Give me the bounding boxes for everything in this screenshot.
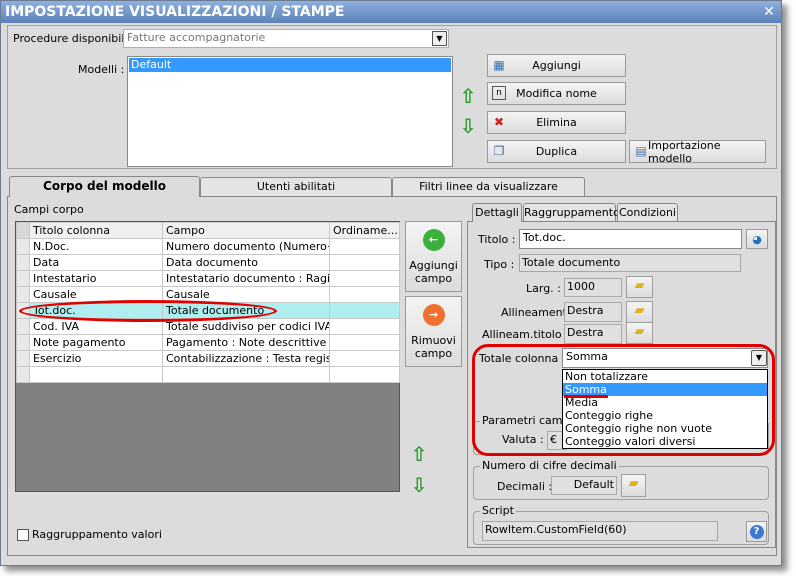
tab-corpo-del-modello[interactable]: Corpo del modello [9, 176, 200, 197]
procedure-label: Procedure disponibili : [13, 32, 135, 45]
allineamento-field[interactable]: Destra [564, 302, 622, 322]
table-row[interactable]: Note pagamento Pagamento : Note descritti… [16, 334, 400, 351]
ordinamento-cell[interactable] [329, 238, 400, 255]
campi-corpo-label: Campi corpo [14, 203, 84, 216]
campo-cell[interactable]: Intestatario documento : Ragi... [162, 270, 330, 287]
script-field[interactable]: RowItem.CustomField(60) [482, 521, 718, 541]
procedure-select[interactable]: Fatture accompagnatorie [123, 29, 449, 48]
row-indicator[interactable] [16, 238, 30, 255]
elimina-button[interactable]: ✖ Elimina [487, 111, 626, 134]
titolo-cell[interactable]: N.Doc. [29, 238, 163, 255]
raggruppamento-checkbox[interactable] [17, 529, 29, 541]
ordinamento-cell[interactable] [329, 350, 400, 367]
column-header[interactable]: Ordiname... [329, 222, 400, 239]
arrow-right-icon: → [422, 303, 445, 326]
dialog-window: IMPOSTAZIONE VISUALIZZAZIONI / STAMPE ✕ … [0, 0, 782, 566]
larg-field[interactable]: 1000 [564, 278, 622, 297]
modelli-list[interactable]: Default [127, 56, 453, 167]
row-indicator[interactable] [16, 270, 30, 287]
table-row[interactable]: Data Data documento [16, 254, 400, 271]
folder-icon[interactable]: ▰ [621, 474, 646, 497]
ordinamento-cell[interactable] [329, 286, 400, 303]
titolo-cell[interactable]: Esercizio [29, 350, 163, 367]
aggiungi-button[interactable]: ▦ Aggiungi [487, 54, 626, 77]
titolo-cell[interactable]: Intestatario [29, 270, 163, 287]
table-row[interactable]: Causale Causale [16, 286, 400, 303]
row-indicator[interactable] [16, 254, 30, 271]
modelli-label: Modelli : [78, 63, 125, 76]
arrow-left-icon: ← [422, 228, 445, 251]
title-bar: IMPOSTAZIONE VISUALIZZAZIONI / STAMPE [1, 1, 781, 23]
import-icon: ▤ [635, 144, 647, 158]
aggiungi-campo-button[interactable]: ← Aggiungi campo [405, 221, 462, 292]
allineam-titolo-label: Allineam.titolo : [482, 328, 569, 341]
tipo-field: Totale documento [519, 254, 741, 272]
larg-label: Larg. : [526, 282, 561, 295]
folder-icon[interactable]: ▰ [626, 322, 653, 344]
subtab-dettagli[interactable]: Dettagli [472, 203, 522, 222]
delete-icon: ✖ [493, 115, 505, 129]
annotation-ellipse [19, 300, 277, 322]
fields-grid[interactable]: Titolo colonna Campo Ordiname... N.Doc. N… [15, 221, 400, 492]
help-icon[interactable]: ? [746, 521, 767, 542]
ordinamento-cell[interactable] [329, 302, 400, 319]
importazione-button[interactable]: ▤ Importazione modello [629, 139, 766, 165]
campo-cell[interactable]: Data documento [162, 254, 330, 271]
grid-header: Titolo colonna Campo Ordiname... [16, 222, 400, 239]
row-indicator[interactable] [16, 318, 30, 335]
table-row[interactable]: Intestatario Intestatario documento : Rag… [16, 270, 400, 287]
tab-filtri-linee[interactable]: Filtri linee da visualizzare [392, 177, 585, 196]
row-indicator[interactable] [16, 334, 30, 351]
move-up-icon[interactable]: ⇧ [456, 84, 480, 110]
close-button[interactable]: ✕ [761, 4, 777, 20]
decimali-group-label: Numero di cifre decimali [480, 459, 619, 472]
modifica-nome-button[interactable]: n Modifica nome [487, 82, 626, 105]
titolo-cell[interactable]: Note pagamento [29, 334, 163, 351]
add-icon: ▦ [493, 58, 505, 72]
titolo-label: Titolo : [478, 233, 516, 246]
subtab-raggruppamento[interactable]: Raggruppamento [523, 203, 620, 221]
decimali-label: Decimali : [497, 480, 553, 493]
table-row[interactable]: N.Doc. Numero documento (Numero+... [16, 238, 400, 255]
rimuovi-campo-button[interactable]: → Rimuovi campo [405, 296, 462, 367]
raggruppamento-label: Raggruppamento valori [32, 528, 162, 541]
ordinamento-cell[interactable] [329, 318, 400, 335]
campo-cell[interactable]: Pagamento : Note descrittive i... [162, 334, 330, 351]
column-header[interactable]: Titolo colonna [29, 222, 163, 239]
field-down-icon[interactable]: ⇩ [407, 473, 431, 499]
row-indicator[interactable] [16, 350, 30, 367]
ordinamento-cell[interactable] [329, 254, 400, 271]
tipo-label: Tipo : [484, 258, 515, 271]
table-row-empty[interactable] [16, 366, 400, 383]
duplica-button[interactable]: ❐ Duplica [487, 140, 626, 163]
ordinamento-cell[interactable] [329, 270, 400, 287]
tab-utenti-abilitati[interactable]: Utenti abilitati [200, 177, 392, 196]
folder-icon[interactable]: ▰ [626, 301, 653, 323]
field-up-icon[interactable]: ⇧ [407, 442, 431, 468]
titolo-input[interactable]: Tot.doc. [519, 229, 742, 249]
row-indicator[interactable] [16, 286, 30, 303]
allineam-titolo-field[interactable]: Destra [564, 324, 622, 344]
campo-cell[interactable]: Numero documento (Numero+... [162, 238, 330, 255]
column-header[interactable]: Campo [162, 222, 330, 239]
table-row[interactable]: Cod. IVA Totale suddiviso per codici IVA … [16, 318, 400, 335]
rename-icon: n [492, 86, 506, 100]
folder-icon[interactable]: ▰ [626, 276, 653, 298]
table-row[interactable]: Esercizio Contabilizzazione : Testa regis… [16, 350, 400, 367]
globe-icon[interactable]: ◕ [746, 229, 768, 249]
copy-icon: ❐ [493, 144, 505, 158]
move-down-icon[interactable]: ⇩ [456, 114, 480, 140]
annotation-box [472, 344, 775, 456]
list-item[interactable]: Default [129, 58, 451, 72]
decimali-field[interactable]: Default [551, 476, 617, 495]
script-label: Script [480, 504, 516, 517]
subtab-condizioni[interactable]: Condizioni [617, 203, 678, 221]
titolo-cell[interactable]: Data [29, 254, 163, 271]
chevron-down-icon[interactable]: ▼ [432, 31, 447, 46]
ordinamento-cell[interactable] [329, 334, 400, 351]
campo-cell[interactable]: Contabilizzazione : Testa regist... [162, 350, 330, 367]
